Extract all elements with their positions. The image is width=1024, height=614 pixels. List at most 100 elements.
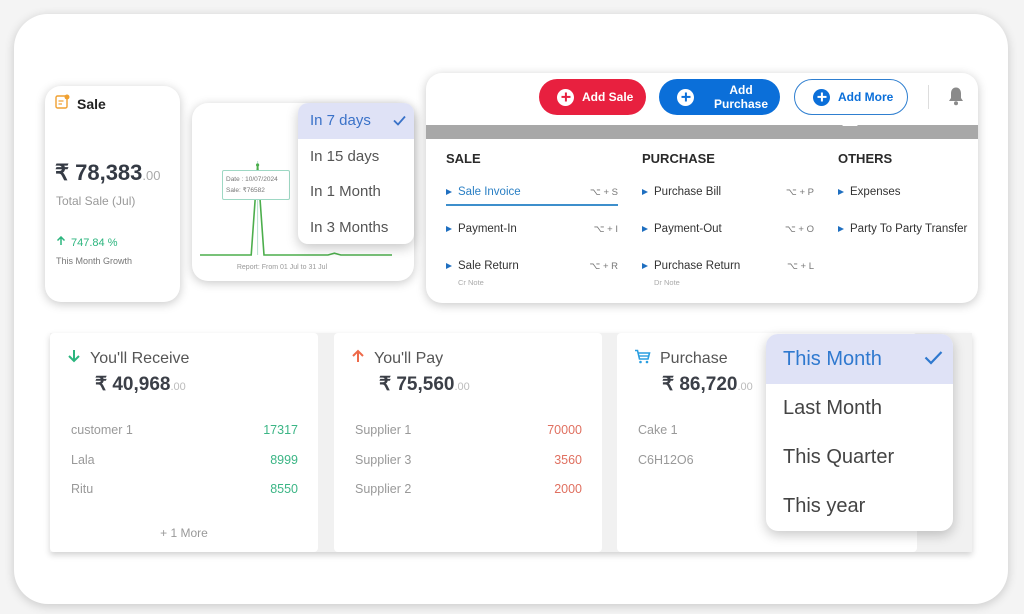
sale-summary-card[interactable]: Sale ₹ 78,383.00 Total Sale (Jul) 747.84…: [45, 86, 180, 302]
amount-value: ₹ 78,383: [55, 160, 143, 185]
item-name: Cake 1: [638, 423, 678, 437]
menu-item-sale-invoice[interactable]: Sale Invoice ⌥ + S: [446, 186, 618, 223]
party-amount: 8999: [270, 452, 298, 467]
pay-list: Supplier 1 70000 Supplier 3 3560 Supplier …: [355, 423, 582, 512]
amount-decimal: .00: [142, 168, 161, 183]
triangle-icon: [642, 263, 648, 269]
pay-title: You'll Pay: [374, 349, 444, 367]
check-icon: [924, 348, 943, 371]
receive-amount: ₹ 40,968.00: [95, 373, 186, 396]
receive-card[interactable]: You'll Receive ₹ 40,968.00 customer 1 173…: [50, 333, 318, 552]
period-option-this-month[interactable]: This Month: [766, 334, 953, 384]
list-item[interactable]: Ritu 8550: [71, 482, 298, 512]
period-dropdown[interactable]: This Month Last Month This Quarter This …: [766, 334, 953, 531]
sale-card-title: Sale: [77, 96, 106, 112]
bell-icon[interactable]: [947, 86, 965, 111]
invoice-icon: [55, 94, 70, 114]
period-option-last-month[interactable]: Last Month: [766, 384, 953, 433]
menu-item-sale-return[interactable]: Sale Return ⌥ + R Cr Note: [446, 260, 618, 297]
chart-report-label: Report: From 01 Jul to 31 Jul: [236, 264, 328, 271]
sale-card-header: Sale: [55, 94, 106, 114]
show-more-link[interactable]: + 1 More: [50, 526, 318, 540]
chart-tooltip: Date : 10/07/2024 Sale: ₹76582: [222, 170, 290, 200]
list-item[interactable]: Lala 8999: [71, 453, 298, 483]
triangle-icon: [838, 226, 844, 232]
menu-pointer: [842, 119, 858, 126]
amount-decimal: .00: [454, 381, 470, 393]
add-sale-button[interactable]: Add Sale: [539, 79, 646, 115]
range-option-1-month[interactable]: In 1 Month: [298, 174, 414, 210]
tooltip-date: Date : 10/07/2024: [226, 176, 278, 183]
button-label: Add More: [838, 90, 894, 104]
arrow-up-icon: [56, 235, 66, 249]
total-sale-amount: ₹ 78,383.00: [55, 160, 160, 186]
range-option-3-months[interactable]: In 3 Months: [298, 210, 414, 245]
receive-header: You'll Receive: [67, 349, 189, 368]
item-label: Purchase Return: [654, 260, 741, 272]
amount-value: ₹ 75,560: [379, 374, 455, 395]
list-item[interactable]: customer 1 17317: [71, 423, 298, 453]
party-amount: 2000: [554, 482, 582, 496]
item-note: Dr Note: [654, 278, 680, 287]
menu-separator-bar: [426, 125, 978, 139]
menu-item-expenses[interactable]: Expenses: [838, 186, 978, 223]
others-column: OTHERS Expenses Party To Party Transfer: [838, 151, 978, 260]
range-option-15-days[interactable]: In 15 days: [298, 139, 414, 175]
menu-item-payment-out[interactable]: Payment-Out ⌥ + O: [642, 223, 814, 260]
item-label: Sale Invoice: [458, 186, 521, 198]
arrow-down-icon: [67, 349, 81, 368]
list-item[interactable]: Supplier 1 70000: [355, 423, 582, 453]
party-amount: 8550: [270, 482, 298, 496]
menu-item-purchase-bill[interactable]: Purchase Bill ⌥ + P: [642, 186, 814, 223]
sale-column: SALE Sale Invoice ⌥ + S Payment-In ⌥ + I S…: [446, 151, 618, 297]
list-item[interactable]: Supplier 2 2000: [355, 482, 582, 512]
amount-decimal: .00: [170, 381, 186, 393]
party-amount: 3560: [554, 452, 582, 467]
item-label: Expenses: [850, 186, 901, 198]
amount-decimal: .00: [737, 381, 753, 393]
option-label: In 15 days: [310, 147, 380, 165]
party-name: Ritu: [71, 482, 94, 496]
shortcut: ⌥ + O: [784, 224, 814, 235]
option-label: This year: [783, 495, 866, 517]
list-item[interactable]: Supplier 3 3560: [355, 453, 582, 483]
range-option-7-days[interactable]: In 7 days: [298, 103, 414, 139]
date-range-dropdown[interactable]: In 7 days In 15 days In 1 Month In 3 Mon…: [298, 103, 414, 244]
period-option-this-quarter[interactable]: This Quarter: [766, 433, 953, 482]
button-label: Add Sale: [582, 90, 634, 104]
receive-list: customer 1 17317 Lala 8999 Ritu 8550: [71, 423, 298, 512]
menu-item-payment-in[interactable]: Payment-In ⌥ + I: [446, 223, 618, 260]
plus-icon: [813, 88, 830, 106]
item-label: Payment-Out: [654, 223, 722, 235]
data-point[interactable]: [256, 163, 260, 167]
amount-value: ₹ 40,968: [95, 374, 171, 395]
triangle-icon: [838, 189, 844, 195]
plus-icon: [557, 88, 574, 106]
shortcut: ⌥ + R: [589, 261, 618, 272]
add-more-button[interactable]: Add More: [794, 79, 908, 115]
add-purchase-button[interactable]: Add Purchase: [659, 79, 780, 115]
purchase-column: PURCHASE Purchase Bill ⌥ + P Payment-Out ⌥…: [642, 151, 814, 297]
option-label: This Quarter: [783, 446, 895, 468]
shortcut: ⌥ + L: [786, 261, 814, 272]
total-sale-label: Total Sale (Jul): [56, 194, 136, 208]
shortcut: ⌥ + P: [785, 187, 814, 198]
menu-item-purchase-return[interactable]: Purchase Return ⌥ + L Dr Note: [642, 260, 814, 297]
item-label: Sale Return: [458, 260, 519, 272]
item-label: Payment-In: [458, 223, 517, 235]
party-name: customer 1: [71, 423, 133, 437]
menu-item-party-transfer[interactable]: Party To Party Transfer: [838, 223, 978, 260]
triangle-icon: [446, 226, 452, 232]
period-option-this-year[interactable]: This year: [766, 482, 953, 531]
item-name: C6H12O6: [638, 452, 694, 467]
column-heading: OTHERS: [838, 151, 893, 166]
plus-icon: [677, 88, 694, 106]
cart-icon: [634, 349, 651, 369]
item-label: Party To Party Transfer: [850, 223, 968, 235]
party-name: Supplier 2: [355, 482, 412, 496]
party-amount: 17317: [263, 423, 298, 437]
option-label: In 7 days: [310, 112, 371, 130]
pay-card[interactable]: You'll Pay ₹ 75,560.00 Supplier 1 70000 S…: [334, 333, 602, 552]
item-note: Cr Note: [458, 278, 484, 287]
growth-percent: 747.84 %: [71, 236, 118, 249]
